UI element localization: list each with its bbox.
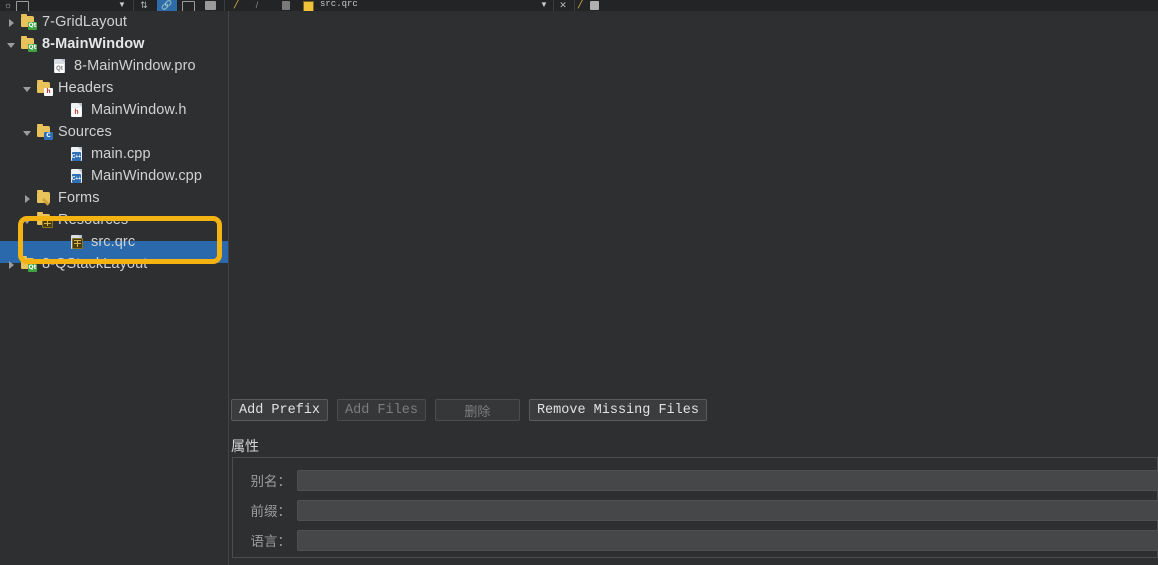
- close-icon[interactable]: ✕: [558, 0, 568, 11]
- tree-item-label: main.cpp: [91, 146, 151, 162]
- tree-item-label: Sources: [58, 124, 112, 140]
- pencil-icon[interactable]: ╱: [234, 0, 240, 9]
- qrc-file-icon: [303, 1, 314, 11]
- chevron-down-icon[interactable]: [22, 83, 33, 94]
- resources-folder-icon: [36, 212, 53, 228]
- tree-item-label: src.qrc: [91, 234, 136, 250]
- language-field-label: 语言：: [250, 534, 292, 550]
- editor-workarea: Qt 7-GridLayout Qt 8-MainWindow Qt 8-MainWind…: [0, 11, 1158, 565]
- cpp-file-icon: C++: [69, 146, 85, 162]
- chevron-down-icon[interactable]: [22, 127, 33, 138]
- add-prefix-button[interactable]: Add Prefix: [231, 399, 329, 421]
- tree-item-mainwindow-cpp[interactable]: C++ MainWindow.cpp: [0, 165, 283, 187]
- language-field[interactable]: [297, 529, 1158, 551]
- sync-icon[interactable]: ⇅: [138, 0, 150, 11]
- tree-item-label: MainWindow.h: [91, 102, 187, 118]
- qt-project-folder-icon: Qt: [20, 256, 37, 272]
- tree-item-8-qstacklayout[interactable]: Qt 8-QStackLayout: [0, 253, 1158, 275]
- cpp-file-icon: C++: [69, 168, 85, 184]
- chevron-right-icon[interactable]: [6, 259, 17, 270]
- properties-group-box: 别名： 前缀： 语言：: [232, 457, 1158, 558]
- tree-item-label: MainWindow.cpp: [91, 168, 203, 184]
- tree-item-8-mainwindow[interactable]: Qt 8-MainWindow: [0, 33, 234, 55]
- qt-pro-file-icon: Qt: [52, 58, 68, 74]
- tree-item-label: Resources: [58, 212, 129, 228]
- language-field-row: 语言：: [233, 529, 1158, 551]
- tree-item-8-mainwindow-pro[interactable]: Qt 8-MainWindow.pro: [0, 55, 266, 77]
- properties-title: 属性: [231, 439, 259, 455]
- pencil-edit-icon[interactable]: ╱: [578, 0, 584, 9]
- tree-item-sources[interactable]: C Sources: [0, 121, 250, 143]
- close-pane-icon[interactable]: [205, 1, 216, 10]
- link-icon[interactable]: 🔗: [157, 0, 177, 11]
- add-files-button: Add Files: [337, 399, 426, 421]
- chevron-down-icon[interactable]: [22, 215, 33, 226]
- split-editor-icon[interactable]: [590, 1, 599, 10]
- chevron-down-icon[interactable]: ▼: [118, 0, 126, 9]
- tree-item-7-gridlayout[interactable]: Qt 7-GridLayout: [0, 11, 234, 33]
- tree-item-label: 8-QStackLayout: [42, 256, 148, 272]
- headers-folder-icon: h: [36, 80, 53, 96]
- chevron-right-icon[interactable]: [22, 193, 33, 204]
- tree-item-headers[interactable]: h Headers: [0, 77, 250, 99]
- tree-item-forms[interactable]: Forms: [0, 187, 250, 209]
- delete-button: 删除: [434, 399, 520, 421]
- prefix-field-label: 前缀：: [250, 504, 292, 520]
- forms-folder-icon: [36, 190, 52, 206]
- chevron-down-icon[interactable]: [6, 39, 17, 50]
- editor-toolbar: ☼ ▼ ⇅ 🔗 ╱ / src.qrc ▼ ✕ ╱: [0, 0, 1158, 11]
- prefix-field[interactable]: [297, 499, 1158, 521]
- qrc-editor-button-bar: Add Prefix Add Files 删除 Remove Missing File…: [231, 398, 716, 422]
- tree-item-resources[interactable]: Resources: [0, 209, 250, 231]
- h-file-icon: h: [69, 102, 85, 118]
- alias-field[interactable]: [297, 469, 1158, 491]
- chevron-right-icon[interactable]: [6, 17, 17, 28]
- project-tree[interactable]: Qt 7-GridLayout Qt 8-MainWindow Qt 8-MainWind…: [0, 11, 228, 565]
- alias-field-row: 别名：: [233, 469, 1158, 491]
- qrc-file-icon: [69, 234, 85, 250]
- qt-project-folder-icon: Qt: [20, 14, 37, 30]
- alias-field-label: 别名：: [250, 474, 292, 490]
- sources-folder-icon: C: [36, 124, 53, 140]
- toolbar-tab-label[interactable]: src.qrc: [320, 0, 358, 9]
- split-vertical-icon[interactable]: [16, 1, 29, 11]
- panel-divider[interactable]: [228, 11, 229, 565]
- tab-dropdown-icon[interactable]: ▼: [540, 0, 548, 9]
- tree-item-label: 7-GridLayout: [42, 14, 128, 30]
- tree-item-label: Forms: [58, 190, 100, 206]
- stop-icon[interactable]: [282, 1, 290, 10]
- tree-item-label: 8-MainWindow.pro: [74, 58, 196, 74]
- tree-item-label: Headers: [58, 80, 114, 96]
- split-horizontal-icon[interactable]: ☼: [2, 0, 14, 11]
- remove-missing-files-button[interactable]: Remove Missing Files: [528, 399, 707, 421]
- tree-item-src-qrc[interactable]: src.qrc: [0, 231, 283, 253]
- tree-item-label: 8-MainWindow: [42, 36, 145, 52]
- forward-slash-icon: /: [255, 0, 259, 10]
- qt-project-folder-icon: Qt: [20, 36, 37, 52]
- tree-item-main-cpp[interactable]: C++ main.cpp: [0, 143, 283, 165]
- tree-item-mainwindow-h[interactable]: h MainWindow.h: [0, 99, 283, 121]
- split-pane-icon[interactable]: [182, 1, 195, 11]
- prefix-field-row: 前缀：: [233, 499, 1158, 521]
